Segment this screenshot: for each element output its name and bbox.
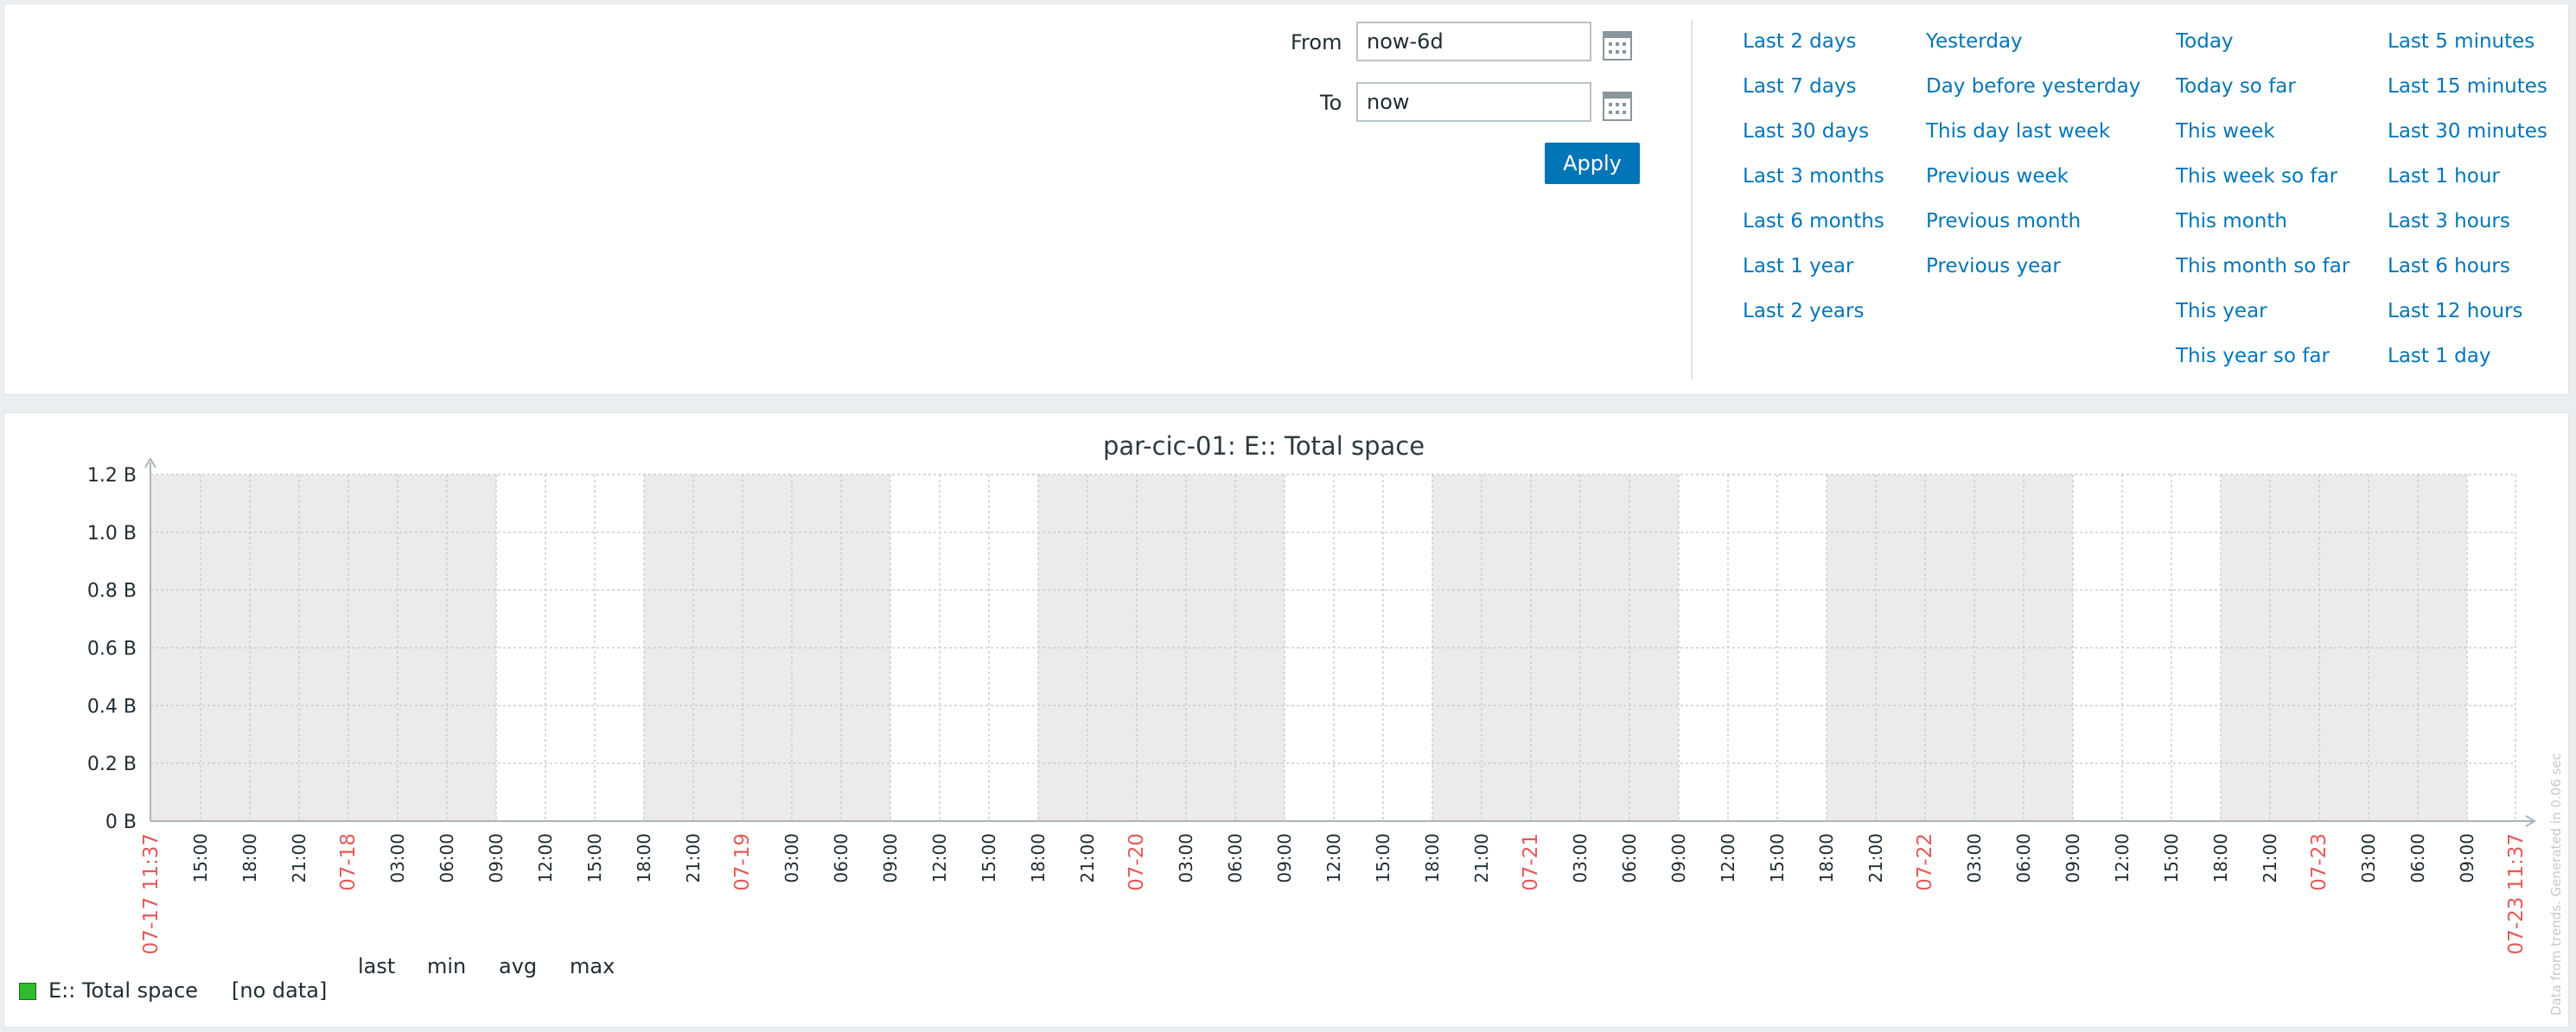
x-tick-label: 18:00 [1028, 833, 1049, 883]
x-tick-label: 03:00 [781, 833, 802, 883]
x-tick-label: 09:00 [1668, 833, 1689, 883]
x-tick-label: 09:00 [2063, 833, 2083, 883]
y-tick-label: 0.6 B [87, 639, 137, 660]
x-tick-label: 03:00 [1570, 833, 1591, 883]
x-tick-label: 21:00 [289, 833, 309, 883]
x-tick-label: 18:00 [1816, 833, 1837, 883]
x-end-label: 07-23 11:37 [2505, 833, 2528, 954]
y-tick-label: 0.4 B [87, 696, 137, 717]
x-start-label: 07-17 11:37 [140, 833, 163, 954]
x-tick-label: 21:00 [2260, 833, 2280, 883]
x-tick-label: 06:00 [831, 833, 851, 883]
x-tick-label: 07-19 [731, 833, 754, 891]
x-tick-label: 21:00 [1077, 833, 1098, 883]
x-tick-label: 07-20 [1125, 833, 1148, 891]
x-tick-label: 18:00 [2210, 833, 2231, 883]
y-tick-label: 1.2 B [87, 465, 137, 487]
x-tick-label: 12:00 [1718, 833, 1738, 883]
legend-col-min: min [427, 954, 467, 978]
x-tick-label: 06:00 [2407, 833, 2428, 883]
x-tick-label: 21:00 [1865, 833, 1886, 883]
legend-col-avg: avg [499, 954, 538, 978]
x-tick-label: 07-23 [2308, 833, 2331, 891]
y-tick-label: 0 B [105, 812, 137, 833]
graph-title: par-cic-01: E:: Total space [1103, 431, 1425, 461]
legend-item-name: E:: Total space [48, 978, 199, 1003]
legend-col-max: max [570, 954, 615, 978]
x-tick-label: 07-22 [1914, 833, 1936, 891]
x-tick-label: 15:00 [979, 833, 999, 883]
x-tick-label: 15:00 [190, 833, 211, 883]
x-tick-label: 06:00 [437, 833, 457, 883]
x-tick-label: 15:00 [2161, 833, 2182, 883]
x-tick-label: 15:00 [1373, 833, 1393, 883]
x-tick-label: 18:00 [239, 833, 260, 883]
x-tick-label: 09:00 [880, 833, 901, 883]
x-tick-label: 12:00 [1323, 833, 1344, 883]
legend-color-swatch [19, 983, 36, 1000]
x-tick-label: 15:00 [584, 833, 605, 883]
x-tick-label: 07-21 [1520, 833, 1542, 891]
x-tick-label: 06:00 [1619, 833, 1640, 883]
x-tick-label: 15:00 [1767, 833, 1788, 883]
x-tick-label: 03:00 [1964, 833, 1985, 883]
y-tick-label: 0.2 B [87, 754, 137, 775]
x-tick-label: 03:00 [2358, 833, 2379, 883]
x-tick-label: 18:00 [1422, 833, 1443, 883]
x-tick-label: 21:00 [1471, 833, 1492, 883]
x-tick-label: 12:00 [535, 833, 556, 883]
y-tick-label: 1.0 B [87, 523, 137, 545]
x-tick-label: 09:00 [1274, 833, 1295, 883]
x-tick-label: 12:00 [2112, 833, 2133, 883]
graph-generated-note: Data from trends. Generated in 0.06 sec [2548, 753, 2564, 1016]
x-tick-label: 06:00 [1225, 833, 1246, 883]
graph-chart: par-cic-01: E:: Total space1.2 B1.0 B0.8… [87, 431, 2536, 954]
x-tick-label: 03:00 [1176, 833, 1196, 883]
x-tick-label: 09:00 [486, 833, 507, 883]
legend-item-value: [no data] [232, 978, 328, 1003]
x-tick-label: 09:00 [2457, 833, 2477, 883]
legend-col-last: last [358, 954, 396, 978]
x-tick-label: 21:00 [683, 833, 704, 883]
x-tick-label: 18:00 [634, 833, 654, 883]
x-tick-label: 12:00 [929, 833, 950, 883]
x-tick-label: 03:00 [387, 833, 408, 883]
x-tick-label: 06:00 [2013, 833, 2034, 883]
y-tick-label: 0.8 B [87, 581, 137, 602]
x-tick-label: 07-18 [337, 833, 360, 891]
